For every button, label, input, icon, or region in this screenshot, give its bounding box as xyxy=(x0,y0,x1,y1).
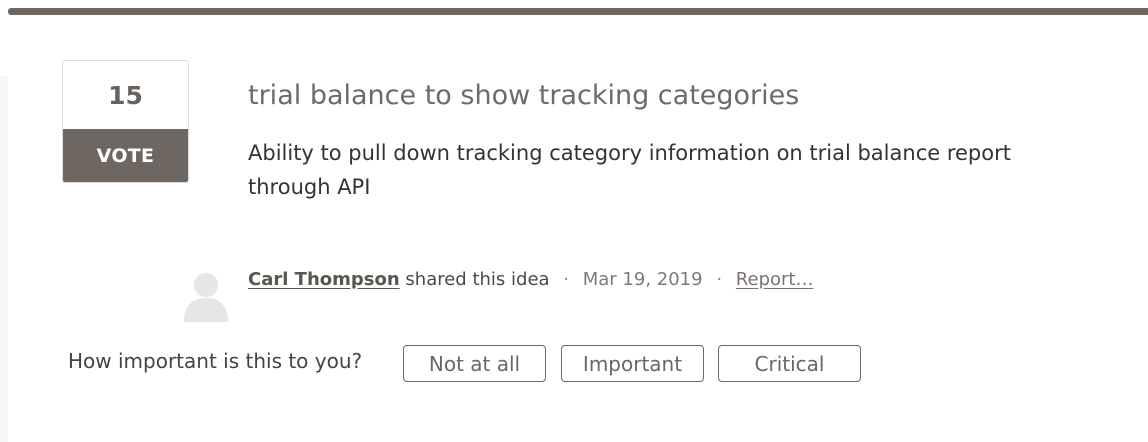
left-edge-divider xyxy=(0,76,8,442)
meta-separator: · xyxy=(716,269,723,290)
vote-widget: 15 VOTE xyxy=(62,60,189,183)
importance-question: How important is this to you? xyxy=(68,349,363,373)
idea-title: trial balance to show tracking categorie… xyxy=(248,80,800,111)
author-link[interactable]: Carl Thompson xyxy=(248,269,400,290)
report-link[interactable]: Report… xyxy=(736,269,814,290)
importance-critical-button[interactable]: Critical xyxy=(718,345,861,382)
meta-separator: · xyxy=(563,269,570,290)
idea-meta: Carl Thompson shared this idea · Mar 19,… xyxy=(248,265,813,295)
importance-not-at-all-button[interactable]: Not at all xyxy=(403,345,546,382)
vote-button[interactable]: VOTE xyxy=(63,129,188,182)
vote-count: 15 xyxy=(108,81,143,110)
idea-page: 15 VOTE trial balance to show tracking c… xyxy=(0,0,1148,442)
importance-important-button[interactable]: Important xyxy=(561,345,704,382)
idea-description: Ability to pull down tracking category i… xyxy=(248,141,1011,199)
user-avatar-icon xyxy=(182,268,230,322)
top-accent-bar xyxy=(8,8,1148,15)
shared-text: shared this idea xyxy=(405,269,550,290)
idea-date: Mar 19, 2019 xyxy=(582,269,703,290)
